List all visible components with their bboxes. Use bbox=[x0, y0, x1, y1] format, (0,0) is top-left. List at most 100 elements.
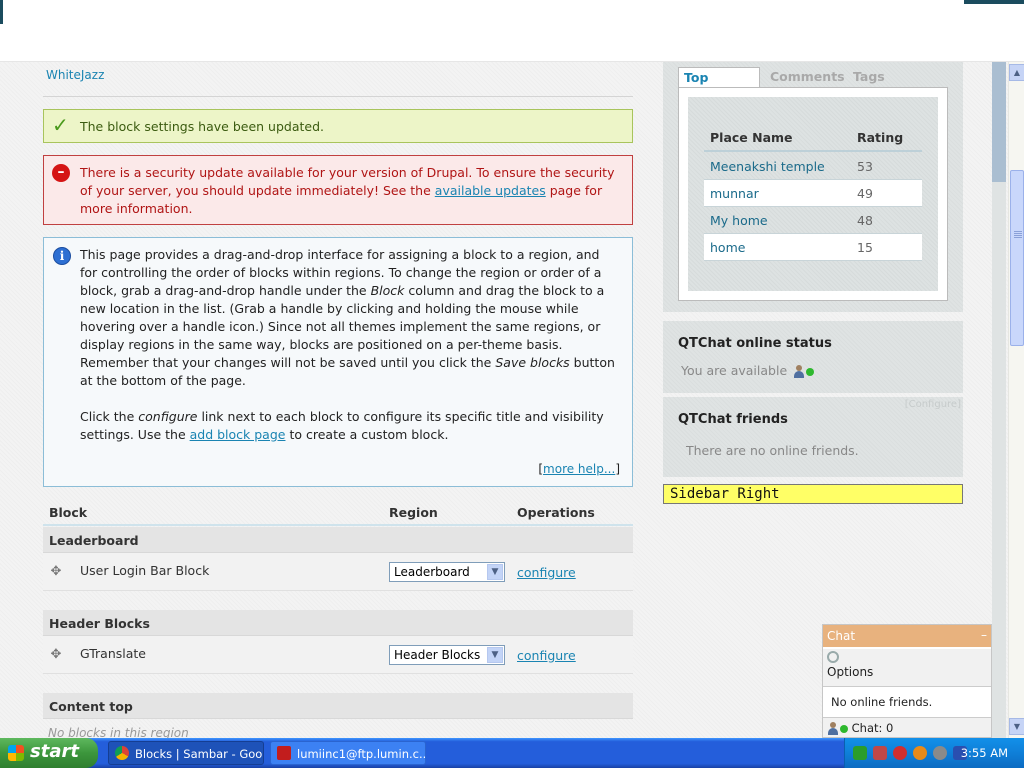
status-message-text: The block settings have been updated. bbox=[80, 119, 324, 134]
site-header bbox=[0, 0, 1024, 62]
configure-link[interactable]: configure bbox=[517, 648, 576, 663]
block-title: QTChat friends bbox=[678, 412, 788, 427]
vertical-scrollbar[interactable]: ▲ ▼ bbox=[1008, 62, 1024, 738]
speaker-icon[interactable] bbox=[873, 746, 887, 760]
task-label: lumiinc1@ftp.lumin.c... bbox=[297, 747, 426, 761]
user-icon bbox=[827, 721, 839, 736]
chat-status-bar[interactable]: Chat: 0 bbox=[823, 717, 991, 737]
help-text: to create a custom block. bbox=[285, 427, 449, 442]
windows-logo-icon bbox=[8, 745, 24, 761]
help-emphasis-configure: configure bbox=[138, 409, 198, 424]
tray-app-icon[interactable] bbox=[853, 746, 867, 760]
taskbar: start Blocks | Sambar - Goo... lumiinc1@… bbox=[0, 738, 1024, 768]
drag-handle-icon[interactable]: ✥ bbox=[49, 565, 63, 579]
bracket: ] bbox=[615, 462, 620, 476]
region-row-leaderboard: Leaderboard bbox=[43, 527, 633, 553]
error-message: – There is a security update available f… bbox=[43, 155, 633, 225]
drag-handle-icon[interactable]: ✥ bbox=[49, 648, 63, 662]
more-help-link[interactable]: more help... bbox=[543, 462, 615, 476]
place-name[interactable]: Meenakshi temple bbox=[710, 159, 825, 174]
chat-options[interactable]: Options bbox=[823, 649, 991, 687]
region-select-value: Leaderboard bbox=[394, 565, 470, 579]
clock: 3:55 AM bbox=[960, 746, 1008, 760]
taskbar-item-browser[interactable]: Blocks | Sambar - Goo... bbox=[108, 741, 264, 765]
place-name[interactable]: My home bbox=[710, 213, 768, 228]
status-message: ✓ The block settings have been updated. bbox=[43, 109, 633, 143]
place-rating: 15 bbox=[857, 240, 873, 255]
list-item: home 15 bbox=[704, 234, 922, 261]
breadcrumb-whitejazz[interactable]: WhiteJazz bbox=[46, 68, 104, 82]
header-right-mark bbox=[964, 0, 1024, 4]
block-name: User Login Bar Block bbox=[80, 563, 210, 578]
place-name[interactable]: munnar bbox=[710, 186, 759, 201]
breadcrumb-divider bbox=[43, 96, 633, 97]
taskbar-item-ftp[interactable]: lumiinc1@ftp.lumin.c... bbox=[270, 741, 426, 765]
list-item: My home 48 bbox=[704, 207, 922, 234]
list-item: Meenakshi temple 53 bbox=[704, 153, 922, 180]
tab-top-places[interactable]: Top places bbox=[678, 67, 760, 100]
chat-widget: Chat – Options No online friends. Chat: 0 bbox=[822, 624, 992, 738]
qtchat-friends-block: QTChat friends [Configure] There are no … bbox=[663, 397, 963, 477]
start-label: start bbox=[30, 741, 79, 762]
chat-no-friends: No online friends. bbox=[831, 695, 933, 709]
gear-icon bbox=[827, 651, 839, 663]
scroll-up-icon[interactable]: ▲ bbox=[1009, 64, 1024, 81]
error-icon: – bbox=[52, 164, 70, 182]
help-text: Click the bbox=[80, 409, 139, 424]
chrome-icon bbox=[115, 746, 129, 760]
places-header-divider bbox=[704, 150, 922, 152]
online-dot-icon bbox=[840, 724, 848, 733]
antivirus-icon[interactable] bbox=[893, 746, 907, 760]
region-select[interactable]: Header Blocks ▼ bbox=[389, 645, 505, 665]
list-item: munnar 49 bbox=[704, 180, 922, 207]
no-friends-text: There are no online friends. bbox=[686, 443, 859, 458]
configure-link[interactable]: [Configure] bbox=[905, 399, 961, 410]
configure-link[interactable]: configure bbox=[517, 565, 576, 580]
help-paragraph-2: Click the configure link next to each bl… bbox=[80, 408, 620, 444]
place-rating: 48 bbox=[857, 213, 873, 228]
place-rating: 49 bbox=[857, 186, 873, 201]
qtchat-status-block: QTChat online status You are available bbox=[663, 321, 963, 393]
scrollbar-thumb[interactable] bbox=[1010, 170, 1024, 346]
table-row: ✥ GTranslate Header Blocks ▼ configure bbox=[43, 636, 633, 674]
header-left-mark bbox=[0, 0, 3, 24]
user-icon bbox=[793, 364, 805, 379]
add-block-page-link[interactable]: add block page bbox=[190, 427, 286, 442]
tab-comments[interactable]: Comments bbox=[765, 67, 850, 88]
block-name: GTranslate bbox=[80, 646, 146, 661]
chat-header[interactable]: Chat – bbox=[823, 625, 991, 647]
scroll-down-icon[interactable]: ▼ bbox=[1009, 718, 1024, 735]
available-updates-link[interactable]: available updates bbox=[435, 183, 546, 198]
place-rating: 53 bbox=[857, 159, 873, 174]
help-message: i This page provides a drag-and-drop int… bbox=[43, 237, 633, 487]
region-row-header-blocks: Header Blocks bbox=[43, 610, 633, 636]
help-paragraph-1: This page provides a drag-and-drop inter… bbox=[80, 246, 620, 390]
tray-utility-icon[interactable] bbox=[933, 746, 947, 760]
column-header-operations: Operations bbox=[517, 505, 595, 520]
task-label: Blocks | Sambar - Goo... bbox=[135, 747, 264, 761]
network-icon[interactable] bbox=[913, 746, 927, 760]
table-row: ✥ User Login Bar Block Leaderboard ▼ conf… bbox=[43, 553, 633, 591]
region-select[interactable]: Leaderboard ▼ bbox=[389, 562, 505, 582]
minimize-icon[interactable]: – bbox=[981, 628, 987, 642]
start-button[interactable]: start bbox=[0, 738, 98, 768]
column-header-region: Region bbox=[389, 505, 438, 520]
help-emphasis-save-blocks: Save blocks bbox=[495, 355, 570, 370]
chevron-down-icon[interactable]: ▼ bbox=[487, 564, 503, 580]
chat-count: Chat: 0 bbox=[851, 721, 894, 735]
availability-text: You are available bbox=[681, 363, 788, 378]
help-emphasis-block: Block bbox=[370, 283, 405, 298]
region-row-content-top: Content top bbox=[43, 693, 633, 719]
tab-tags[interactable]: Tags bbox=[848, 67, 890, 88]
block-title: QTChat online status bbox=[678, 336, 832, 351]
page-side-strip-top bbox=[992, 62, 1006, 182]
column-header-rating: Rating bbox=[857, 130, 904, 145]
online-dot-icon bbox=[806, 367, 815, 376]
checkmark-icon: ✓ bbox=[52, 113, 69, 137]
region-select-value: Header Blocks bbox=[394, 648, 481, 662]
filezilla-icon bbox=[277, 746, 291, 760]
chevron-down-icon[interactable]: ▼ bbox=[487, 647, 503, 663]
place-name[interactable]: home bbox=[710, 240, 745, 255]
region-label-sidebar-right: Sidebar Right bbox=[663, 484, 963, 504]
grip-icon bbox=[1014, 231, 1022, 232]
